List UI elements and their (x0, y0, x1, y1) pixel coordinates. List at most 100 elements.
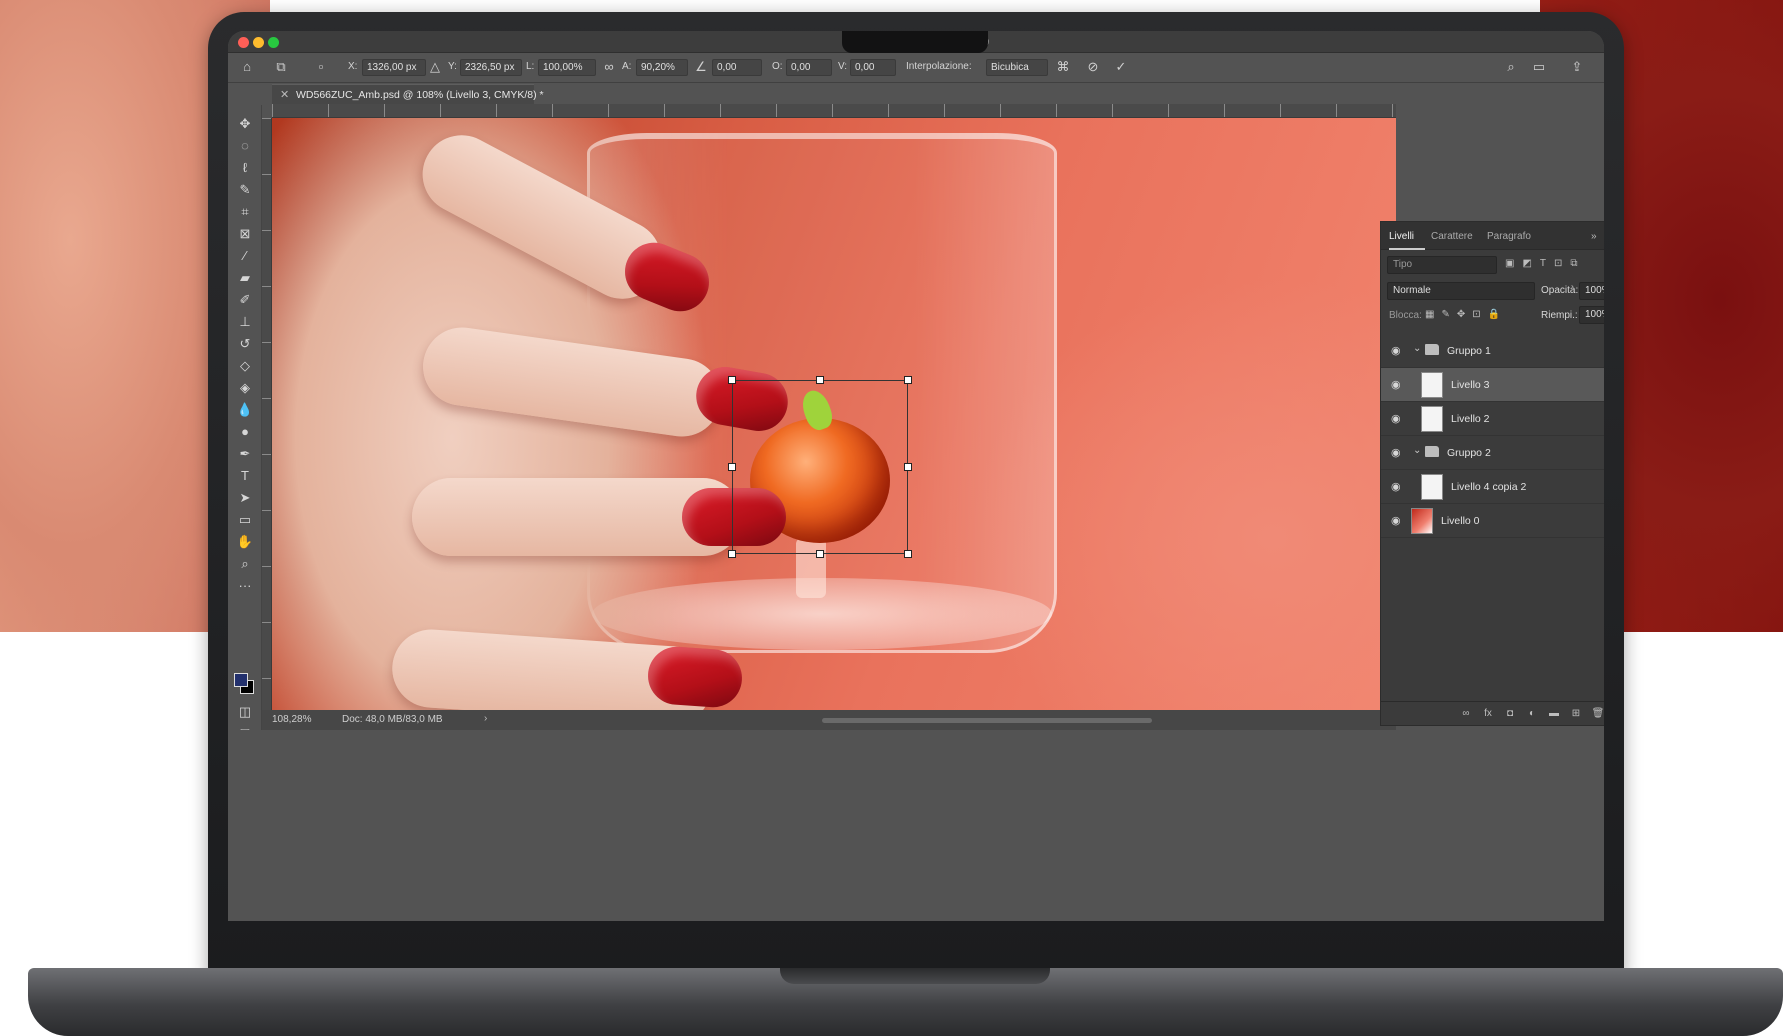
visibility-eye-icon[interactable]: ◉ (1391, 446, 1405, 460)
hand-icon[interactable]: ✋ (236, 533, 254, 551)
lock-icons[interactable]: ▦✎✥⊡🔒 (1425, 309, 1507, 320)
layers-panel: Livelli Carattere Paragrafo » ≡ Tipo ▣◩T… (1380, 221, 1604, 726)
reference-point-icon[interactable]: ▫ (312, 58, 330, 76)
home-icon[interactable]: ⌂ (238, 58, 256, 76)
more-tools-icon[interactable]: ··· (236, 577, 254, 595)
transform-bounding-box[interactable] (732, 380, 908, 554)
move-icon[interactable]: ✥ (236, 115, 254, 133)
filter-icons[interactable]: ▣◩T⊡⧉ (1505, 258, 1586, 269)
zoom-icon[interactable]: ⌕ (236, 555, 254, 573)
width-label: L: (526, 61, 535, 72)
layer-thumbnail (1421, 372, 1443, 398)
height-field[interactable]: 90,20% (636, 59, 688, 76)
visibility-eye-icon[interactable]: ◉ (1391, 378, 1405, 392)
frame-icon[interactable]: ⊠ (236, 225, 254, 243)
layer-row-livello-2[interactable]: ◉ Livello 2 (1381, 402, 1604, 436)
healing-icon[interactable]: ▰ (236, 269, 254, 287)
foreground-color-swatch[interactable] (234, 673, 248, 687)
status-menu-chevron-icon[interactable]: › (484, 713, 487, 724)
x-position-field[interactable]: 1326,00 px (362, 59, 426, 76)
document-canvas[interactable] (272, 118, 1396, 710)
zoom-level[interactable]: 108,28% (272, 714, 311, 725)
type-icon[interactable]: T (236, 467, 254, 485)
options-bar: ⌂ ⧉ ▫ X: 1326,00 px △ Y: 2326,50 px L: 1… (228, 53, 1604, 83)
layer-row-gruppo-1[interactable]: ◉ ⌄ Gruppo 1 (1381, 334, 1604, 368)
dodge-icon[interactable]: ● (236, 423, 254, 441)
transform-handle-left[interactable] (728, 463, 736, 471)
tab-paragraph[interactable]: Paragrafo (1487, 231, 1531, 242)
blend-mode-select[interactable]: Normale (1387, 282, 1535, 300)
visibility-eye-icon[interactable]: ◉ (1391, 344, 1405, 358)
visibility-eye-icon[interactable]: ◉ (1391, 412, 1405, 426)
brush-icon[interactable]: ✐ (236, 291, 254, 309)
eraser-icon[interactable]: ◇ (236, 357, 254, 375)
blur-icon[interactable]: 💧 (236, 401, 254, 419)
opacity-field[interactable]: 100% (1579, 282, 1604, 300)
delta-icon[interactable]: △ (426, 58, 444, 76)
trash-icon[interactable]: 🗑 (1591, 707, 1604, 721)
pen-icon[interactable]: ✒ (236, 445, 254, 463)
transform-handle-right[interactable] (904, 463, 912, 471)
commit-transform-icon[interactable]: ✓ (1112, 58, 1130, 76)
visibility-eye-icon[interactable]: ◉ (1391, 480, 1405, 494)
transform-handle-top-left[interactable] (728, 376, 736, 384)
layer-row-livello-3[interactable]: ◉ Livello 3 (1381, 368, 1604, 402)
layer-filter-search[interactable]: Tipo (1387, 256, 1497, 274)
share-icon[interactable]: ⇪ (1568, 58, 1586, 76)
transform-handle-top-right[interactable] (904, 376, 912, 384)
workspace-icon[interactable]: ▭ (1530, 58, 1548, 76)
layer-row-livello-4-copia-2[interactable]: ◉ Livello 4 copia 2 (1381, 470, 1604, 504)
layer-name: Livello 0 (1441, 515, 1480, 527)
width-field[interactable]: 100,00% (538, 59, 596, 76)
new-group-icon[interactable]: ▬ (1547, 707, 1561, 721)
warp-icon[interactable]: ⌘ (1054, 58, 1072, 76)
layer-row-gruppo-2[interactable]: ◉ ⌄ Gruppo 2 (1381, 436, 1604, 470)
transform-handle-bottom-right[interactable] (904, 550, 912, 558)
h-skew-field[interactable]: 0,00 (786, 59, 832, 76)
close-tab-icon[interactable]: ✕ (280, 88, 289, 101)
layer-thumbnail (1411, 508, 1433, 534)
link-layers-icon[interactable]: ∞ (1459, 707, 1473, 721)
transform-tool-icon[interactable]: ⧉ (272, 58, 290, 76)
chevron-down-icon[interactable]: ⌄ (1413, 445, 1421, 456)
v-skew-field[interactable]: 0,00 (850, 59, 896, 76)
v-skew-label: V: (838, 61, 848, 72)
layer-style-icon[interactable]: fx (1481, 707, 1495, 721)
document-tab[interactable]: ✕ WD566ZUC_Amb.psd @ 108% (Livello 3, CM… (272, 84, 544, 104)
stamp-icon[interactable]: ⊥ (236, 313, 254, 331)
history-brush-icon[interactable]: ↺ (236, 335, 254, 353)
layer-thumbnail (1421, 406, 1443, 432)
transform-handle-top[interactable] (816, 376, 824, 384)
crop-icon[interactable]: ⌗ (236, 203, 254, 221)
link-icon[interactable]: ∞ (600, 58, 618, 76)
lasso-icon[interactable]: ℓ (236, 159, 254, 177)
transform-handle-bottom-left[interactable] (728, 550, 736, 558)
quick-mask-icon[interactable]: ◫ (236, 703, 254, 721)
cancel-transform-icon[interactable]: ⊘ (1084, 58, 1102, 76)
gradient-icon[interactable]: ◈ (236, 379, 254, 397)
layer-mask-icon[interactable]: ◘ (1503, 707, 1517, 721)
y-position-field[interactable]: 2326,50 px (460, 59, 522, 76)
interpolation-select[interactable]: Bicubica (986, 59, 1048, 76)
tab-character[interactable]: Carattere (1431, 231, 1473, 242)
quick-select-icon[interactable]: ✎ (236, 181, 254, 199)
angle-field[interactable]: 0,00 (712, 59, 762, 76)
new-layer-icon[interactable]: ⊞ (1569, 707, 1583, 721)
tab-layers[interactable]: Livelli (1389, 231, 1414, 242)
visibility-eye-icon[interactable]: ◉ (1391, 514, 1405, 528)
opacity-label: Opacità: (1541, 285, 1579, 296)
layer-row-livello-0[interactable]: ◉ Livello 0 (1381, 504, 1604, 538)
fill-field[interactable]: 100% (1579, 306, 1604, 324)
transform-handle-bottom[interactable] (816, 550, 824, 558)
search-icon[interactable]: ⌕ (1502, 58, 1520, 76)
adjustment-layer-icon[interactable]: ◐ (1525, 707, 1539, 721)
horizontal-scrollbar[interactable] (822, 718, 1152, 723)
marquee-icon[interactable]: ◌ (236, 137, 254, 155)
path-select-icon[interactable]: ➤ (236, 489, 254, 507)
eyedropper-icon[interactable]: ⁄ (236, 247, 254, 265)
active-tab-indicator (1389, 248, 1425, 250)
y-label: Y: (448, 61, 457, 72)
rectangle-icon[interactable]: ▭ (236, 511, 254, 529)
chevron-down-icon[interactable]: ⌄ (1413, 343, 1421, 354)
collapse-panel-icon[interactable]: » (1591, 231, 1597, 242)
